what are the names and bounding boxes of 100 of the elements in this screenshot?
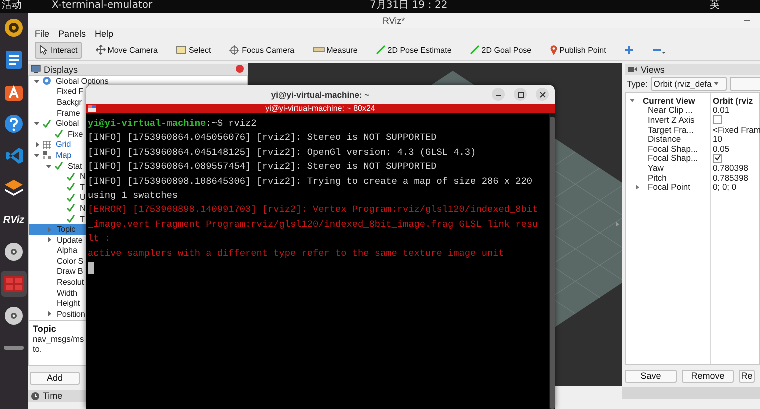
app-menu-label[interactable]: X-terminal-emulator [52, 0, 153, 12]
terminal-line: lt : [88, 232, 112, 246]
panel-title: Time [43, 391, 63, 401]
ruler-icon [312, 46, 325, 54]
terminal-line: [INFO] [1753960864.045148125] [rviz2]: OpenGl version: 4.3 (GLSL 4.3) [88, 146, 478, 160]
bar-icon [3, 345, 25, 351]
maximize-button[interactable] [514, 88, 527, 101]
view-button[interactable]: Save [625, 370, 677, 382]
tool-button[interactable]: Interact [35, 42, 82, 58]
tree-row[interactable]: Height [29, 298, 86, 310]
tree-label: Frame [57, 108, 80, 118]
camera-icon [628, 66, 638, 73]
caret-icon [714, 82, 719, 86]
view-button[interactable]: Re [739, 370, 755, 382]
property-value: Orbit (rviz [713, 96, 754, 106]
tool-button[interactable]: Select [172, 42, 216, 58]
add-button[interactable]: Add [30, 372, 80, 384]
caret-icon[interactable] [34, 142, 40, 148]
activities-button[interactable]: 活动 [2, 0, 22, 12]
clock-text[interactable]: 7月31日 19：22 [370, 0, 448, 12]
tree-label: Global [56, 119, 80, 128]
description-text: to. [33, 344, 42, 354]
disc-icon [4, 306, 24, 326]
caret-icon[interactable] [636, 184, 640, 190]
tree-label: Backgr [57, 98, 82, 107]
tree-label: U [80, 193, 86, 202]
tree-row[interactable]: Backgr [29, 97, 86, 108]
tree-row[interactable]: N [29, 203, 86, 214]
plus-icon [624, 45, 634, 55]
tree-row[interactable]: Draw B [29, 266, 86, 278]
terminal-line: active samplers with a different type refer to the same texture image unit [88, 246, 506, 261]
tree-row[interactable]: Grid [29, 140, 86, 150]
window-title: RViz* [382, 16, 406, 26]
tool-button[interactable]: Measure [308, 42, 362, 58]
minimize-button[interactable] [492, 88, 505, 101]
tool-button[interactable]: Focus Camera [225, 42, 299, 58]
speaker-icon [4, 18, 24, 38]
dock-app-label[interactable]: RViz [3, 214, 25, 226]
help-icon [4, 114, 24, 134]
caret-icon[interactable] [34, 78, 40, 84]
terminal-icon [3, 275, 25, 293]
tree-row[interactable]: Width [29, 288, 86, 298]
dock-item[interactable]: RViz [1, 207, 27, 233]
tree-row[interactable]: Map [29, 150, 86, 161]
tree-row[interactable]: T [29, 214, 86, 224]
tree-label: Color S [57, 256, 84, 266]
caret-icon[interactable] [630, 98, 635, 103]
close-icon[interactable] [236, 65, 244, 73]
view-button[interactable]: Remove [682, 370, 734, 382]
tree-row[interactable]: U [29, 192, 86, 204]
code-editor-icon [4, 146, 24, 166]
tree-row[interactable]: N [29, 171, 86, 182]
caret-icon[interactable] [46, 164, 52, 169]
tree-row[interactable]: Update [29, 234, 86, 246]
tree-label: Resolut [57, 278, 84, 288]
menu-item[interactable]: Help [95, 29, 114, 39]
tree-row[interactable]: Fixe [29, 128, 86, 140]
tree-label: T [80, 182, 85, 192]
tree-row[interactable]: Color S [29, 256, 86, 267]
tree-row[interactable]: Frame [29, 108, 86, 118]
tree-row[interactable]: Resolut [29, 277, 86, 288]
tree-label: Width [57, 288, 78, 298]
panel-title: Displays [44, 64, 78, 74]
property-name: Focal Shap... [648, 153, 698, 164]
tool-button[interactable]: Publish Point [546, 42, 610, 58]
input-method-label[interactable]: 英 [710, 0, 720, 12]
tree-row[interactable]: Global Options [29, 76, 247, 87]
property-name: Invert Z Axis [648, 114, 695, 125]
property-value: 0.780398 [713, 162, 748, 173]
checkbox[interactable] [713, 154, 722, 163]
caret-icon[interactable] [34, 121, 40, 126]
terminal-line: using 1 swatches [88, 188, 180, 203]
tree-row[interactable]: Topic [29, 224, 86, 235]
caret-icon[interactable] [46, 311, 52, 318]
tree-row[interactable]: Alpha [29, 246, 86, 256]
property-name: Target Fra... [648, 124, 694, 135]
terminal-line: [ERROR] [1753960898.140991703] [rviz2]: Vertex Program:rviz/glsl120/indexed_8bit [88, 203, 540, 218]
tree-row[interactable]: Global [29, 118, 86, 129]
tool-button[interactable]: Move Camera [92, 42, 162, 58]
tree-row[interactable]: Fixed F [29, 86, 86, 98]
tree-label: Height [57, 299, 80, 308]
tree-row[interactable]: Position [29, 309, 86, 320]
tool-button[interactable]: 2D Goal Pose [466, 42, 536, 58]
terminal-line: [INFO] [1753960898.108645306] [rviz2]: Trying to create a map of size 286 x 220 [88, 174, 534, 189]
close-button[interactable] [536, 88, 549, 101]
menu-item[interactable]: Panels [58, 29, 86, 39]
check-icon [66, 172, 76, 182]
checkbox[interactable] [713, 115, 722, 124]
tool-button[interactable]: 2D Pose Estimate [372, 42, 456, 58]
property-name: Focal Point [648, 182, 691, 192]
view-type-dropdown[interactable]: Orbit (rviz_defa [650, 76, 727, 90]
check-icon [42, 118, 52, 129]
tree-row[interactable]: T [29, 182, 86, 193]
caret-icon[interactable] [34, 152, 40, 158]
menu-item[interactable]: File [35, 29, 50, 39]
caret-icon[interactable] [46, 237, 52, 244]
tree-label: Position [57, 310, 86, 319]
tree-row[interactable]: Stat [29, 160, 86, 172]
scrollbar-thumb[interactable] [550, 117, 555, 409]
check-icon [66, 182, 76, 192]
